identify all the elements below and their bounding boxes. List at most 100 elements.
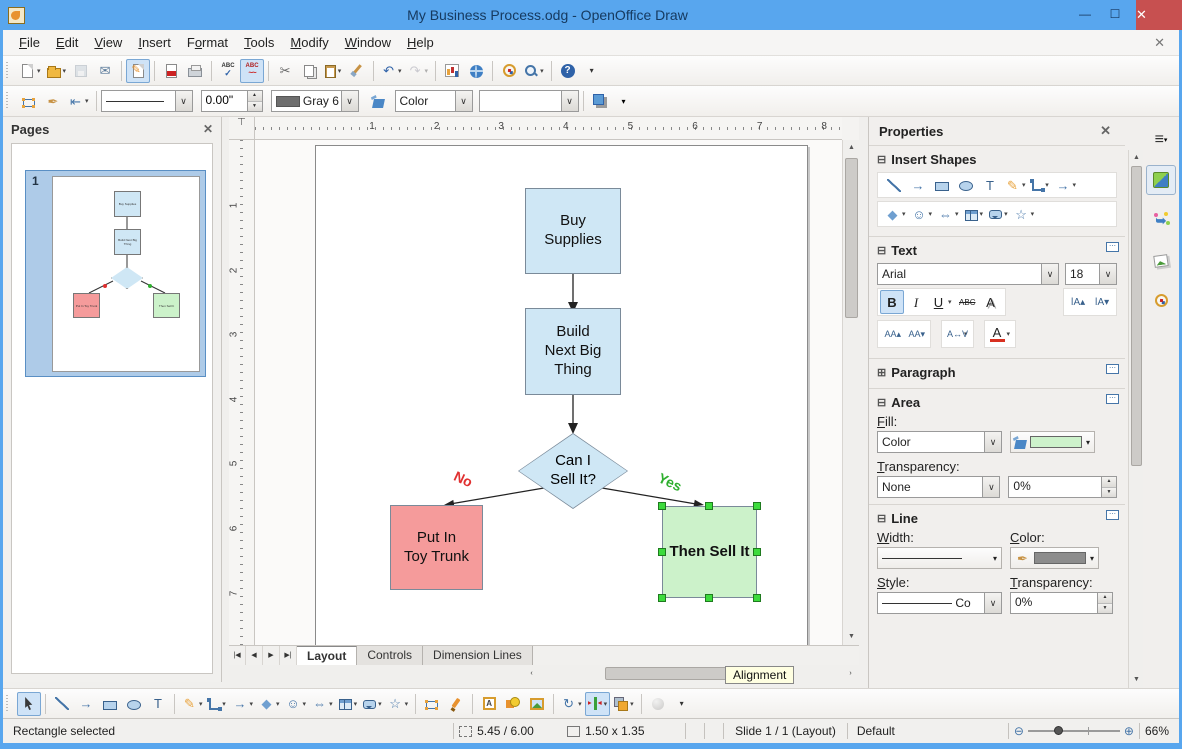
toolbar-overflow-button[interactable]: ▾ — [580, 59, 604, 83]
zoom-button[interactable]: ▾ — [521, 59, 547, 83]
text-button[interactable]: T — [146, 692, 170, 716]
lines-and-arrows-button[interactable]: → ▾ — [230, 692, 257, 716]
edit-file-button[interactable] — [126, 58, 151, 83]
arrow-style-button[interactable]: ⇤ ▾ — [65, 89, 92, 113]
strikethrough-button[interactable]: ABC — [955, 290, 979, 314]
next-page-button[interactable]: ▶ — [263, 646, 280, 665]
paste-button[interactable]: ▾ — [321, 59, 345, 83]
selection-handle[interactable] — [658, 594, 666, 602]
insert-lines-arrows-dropdown-icon[interactable]: ▾ — [1073, 181, 1077, 189]
fill-color-button[interactable]: ▾ — [1010, 431, 1096, 453]
underline-dropdown-icon[interactable]: ▾ — [948, 298, 952, 306]
selection-handle[interactable] — [753, 548, 761, 556]
reduce-font-button[interactable]: AA▾ — [904, 322, 928, 346]
first-page-button[interactable]: |◀ — [229, 646, 246, 665]
line-width-button[interactable]: ▾ — [877, 547, 1002, 569]
chevron-down-icon[interactable]: ▾ — [1090, 554, 1094, 563]
star-shapes-button[interactable]: ☆ ▾ — [1011, 202, 1038, 226]
bold-button[interactable]: B — [880, 290, 904, 314]
chevron-down-icon[interactable]: ▾ — [1086, 438, 1090, 447]
block-arrows-dropdown-icon[interactable]: ▾ — [329, 700, 333, 708]
insert-arrow-button[interactable]: → — [906, 173, 930, 197]
collapse-icon[interactable]: ⊟ — [877, 153, 886, 166]
underline-button[interactable]: U ▾ — [928, 290, 955, 314]
hyperlink-button[interactable] — [464, 59, 488, 83]
selection-handle[interactable] — [753, 502, 761, 510]
sidebar-tab-styles[interactable] — [1146, 245, 1176, 275]
basic-shapes-dropdown-icon[interactable]: ▾ — [276, 700, 280, 708]
shadow-button[interactable] — [588, 89, 612, 113]
chevron-down-icon[interactable]: ∨ — [454, 91, 472, 111]
scroll-down-icon[interactable]: ▼ — [843, 629, 860, 645]
page-thumbnail[interactable]: 1 Buy Supplies Build Next Big Thing Put … — [25, 170, 206, 377]
scroll-left-icon[interactable]: ‹ — [523, 664, 540, 683]
block-arrows-dropdown-icon[interactable]: ▾ — [955, 210, 959, 218]
zoom-slider[interactable]: ⊖ ⊕ — [1014, 724, 1134, 738]
cut-button[interactable]: ✂ — [273, 59, 297, 83]
layer-tab-controls[interactable]: Controls — [357, 646, 424, 665]
font-name-combo[interactable]: Arial ∨ — [877, 263, 1059, 285]
font-size-combo[interactable]: 18 ∨ — [1065, 263, 1117, 285]
scrollbar-thumb[interactable] — [1131, 166, 1142, 466]
page-style[interactable]: Default — [853, 724, 1003, 738]
line-style-combo[interactable]: Co ∨ — [877, 592, 1002, 614]
expand-icon[interactable]: ⊞ — [877, 366, 886, 379]
spellcheck-button[interactable]: ABC — [216, 59, 240, 83]
selection-handle[interactable] — [753, 594, 761, 602]
from-file-button[interactable] — [501, 692, 525, 716]
increase-font-button[interactable]: AA▴ — [880, 322, 904, 346]
connector-dropdown-icon[interactable]: ▾ — [222, 700, 226, 708]
text-dialog-launcher-icon[interactable]: ⋯ — [1106, 242, 1119, 252]
selection-handle[interactable] — [658, 548, 666, 556]
rotate-dropdown-icon[interactable]: ▾ — [578, 700, 582, 708]
alignment-dropdown-icon[interactable]: ▾ — [604, 700, 608, 708]
fill-color-combo[interactable]: ∨ — [478, 90, 579, 112]
line-transparency-spinner[interactable]: 0% ▲ ▼ — [1010, 592, 1113, 614]
open-button[interactable]: ▾ — [44, 59, 70, 83]
scroll-up-icon[interactable]: ▲ — [1129, 150, 1144, 166]
insert-rectangle-button[interactable] — [930, 173, 954, 197]
menu-tools[interactable]: Tools — [236, 32, 282, 53]
insert-text-button[interactable]: T — [978, 173, 1002, 197]
email-document-button[interactable]: ✉ — [93, 59, 117, 83]
flow-node-put-in-toy-trunk[interactable]: Put In Toy Trunk — [390, 505, 483, 590]
menu-view[interactable]: View — [86, 32, 130, 53]
spin-down-icon[interactable]: ▼ — [247, 101, 262, 111]
sidebar-menu-button[interactable]: ≡ ▾ — [1146, 125, 1176, 155]
spin-down-icon[interactable]: ▼ — [1102, 487, 1116, 497]
help-button[interactable]: ? — [556, 59, 580, 83]
scrollbar-thumb[interactable] — [845, 158, 858, 318]
new-document-dropdown-icon[interactable]: ▾ — [37, 67, 41, 75]
line-style-combo[interactable]: ∨ — [100, 90, 193, 112]
font-color-button[interactable]: A ▾ — [987, 322, 1014, 346]
format-paintbrush-button[interactable] — [345, 59, 369, 83]
object-size[interactable]: 1.50 x 1.35 — [585, 724, 680, 738]
flowchart-shapes-dropdown-icon[interactable]: ▾ — [980, 210, 984, 218]
rectangle-button[interactable] — [98, 692, 122, 716]
insert-curve-dropdown-icon[interactable]: ▾ — [1022, 181, 1026, 189]
spacing-up-button[interactable]: ǀA▴ — [1066, 290, 1090, 314]
spacing-down-button[interactable]: ǀA▾ — [1090, 290, 1114, 314]
insert-ellipse-button[interactable] — [954, 173, 978, 197]
chevron-down-icon[interactable]: ∨ — [340, 91, 358, 111]
line-width-spinner[interactable]: 0.00" ▲ ▼ — [200, 90, 263, 112]
edit-points-button[interactable] — [420, 692, 444, 716]
line-dialog-button[interactable]: ✒ — [41, 89, 65, 113]
menu-format[interactable]: Format — [179, 32, 236, 53]
selection-handle[interactable] — [705, 594, 713, 602]
collapse-icon[interactable]: ⊟ — [877, 244, 886, 257]
zoom-dropdown-icon[interactable]: ▾ — [540, 67, 544, 75]
line-width-value[interactable]: 0.00" — [202, 91, 247, 111]
arrange-dropdown-icon[interactable]: ▾ — [630, 700, 634, 708]
flowcharts-dropdown-icon[interactable]: ▾ — [354, 700, 358, 708]
flow-node-buy-supplies[interactable]: Buy Supplies — [525, 188, 621, 274]
toolbar-grip[interactable] — [6, 92, 13, 110]
chevron-down-icon[interactable]: ∨ — [984, 432, 1001, 452]
area-style-button[interactable] — [367, 89, 391, 113]
basic-shapes-dropdown-icon[interactable]: ▾ — [902, 210, 906, 218]
fill-type-combo[interactable]: Color ∨ — [877, 431, 1002, 453]
connector-button[interactable]: ▾ — [206, 692, 230, 716]
insert-connector-dropdown-icon[interactable]: ▾ — [1045, 181, 1049, 189]
print-button[interactable] — [183, 59, 207, 83]
callouts-dropdown-icon[interactable]: ▾ — [378, 700, 382, 708]
